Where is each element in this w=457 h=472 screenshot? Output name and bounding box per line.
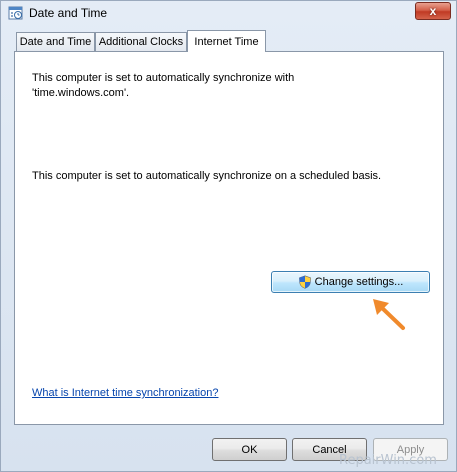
internet-time-panel — [14, 51, 444, 425]
tab-internet-time[interactable]: Internet Time — [187, 30, 266, 52]
uac-shield-icon — [298, 275, 311, 289]
date-time-icon — [8, 6, 23, 20]
date-and-time-window: Date and Time x Date and Time Additional… — [0, 0, 457, 472]
close-icon: x — [429, 4, 437, 18]
annotation-arrow — [373, 299, 405, 330]
tab-label: Additional Clocks — [98, 36, 184, 48]
change-settings-button[interactable]: Change settings... — [271, 271, 430, 293]
sync-server-text-line-1: This computer is set to automatically sy… — [32, 72, 295, 84]
window-title: Date and Time — [29, 6, 108, 20]
tab-label: Date and Time — [19, 36, 92, 48]
tab-label: Internet Time — [194, 35, 259, 48]
ok-button[interactable]: OK — [212, 438, 287, 461]
schedule-text: This computer is set to automatically sy… — [32, 170, 382, 182]
internet-time-help-link[interactable]: What is Internet time synchronization? — [32, 387, 218, 399]
close-button[interactable]: x — [415, 2, 451, 20]
title-bar[interactable]: Date and Time x — [1, 1, 456, 25]
sync-server-text-line-2: 'time.windows.com'. — [32, 87, 130, 99]
tab-date-and-time[interactable]: Date and Time — [16, 32, 95, 51]
watermark: RepairWin.com — [339, 453, 437, 468]
tab-additional-clocks[interactable]: Additional Clocks — [95, 32, 187, 51]
change-settings-label: Change settings... — [314, 276, 404, 288]
